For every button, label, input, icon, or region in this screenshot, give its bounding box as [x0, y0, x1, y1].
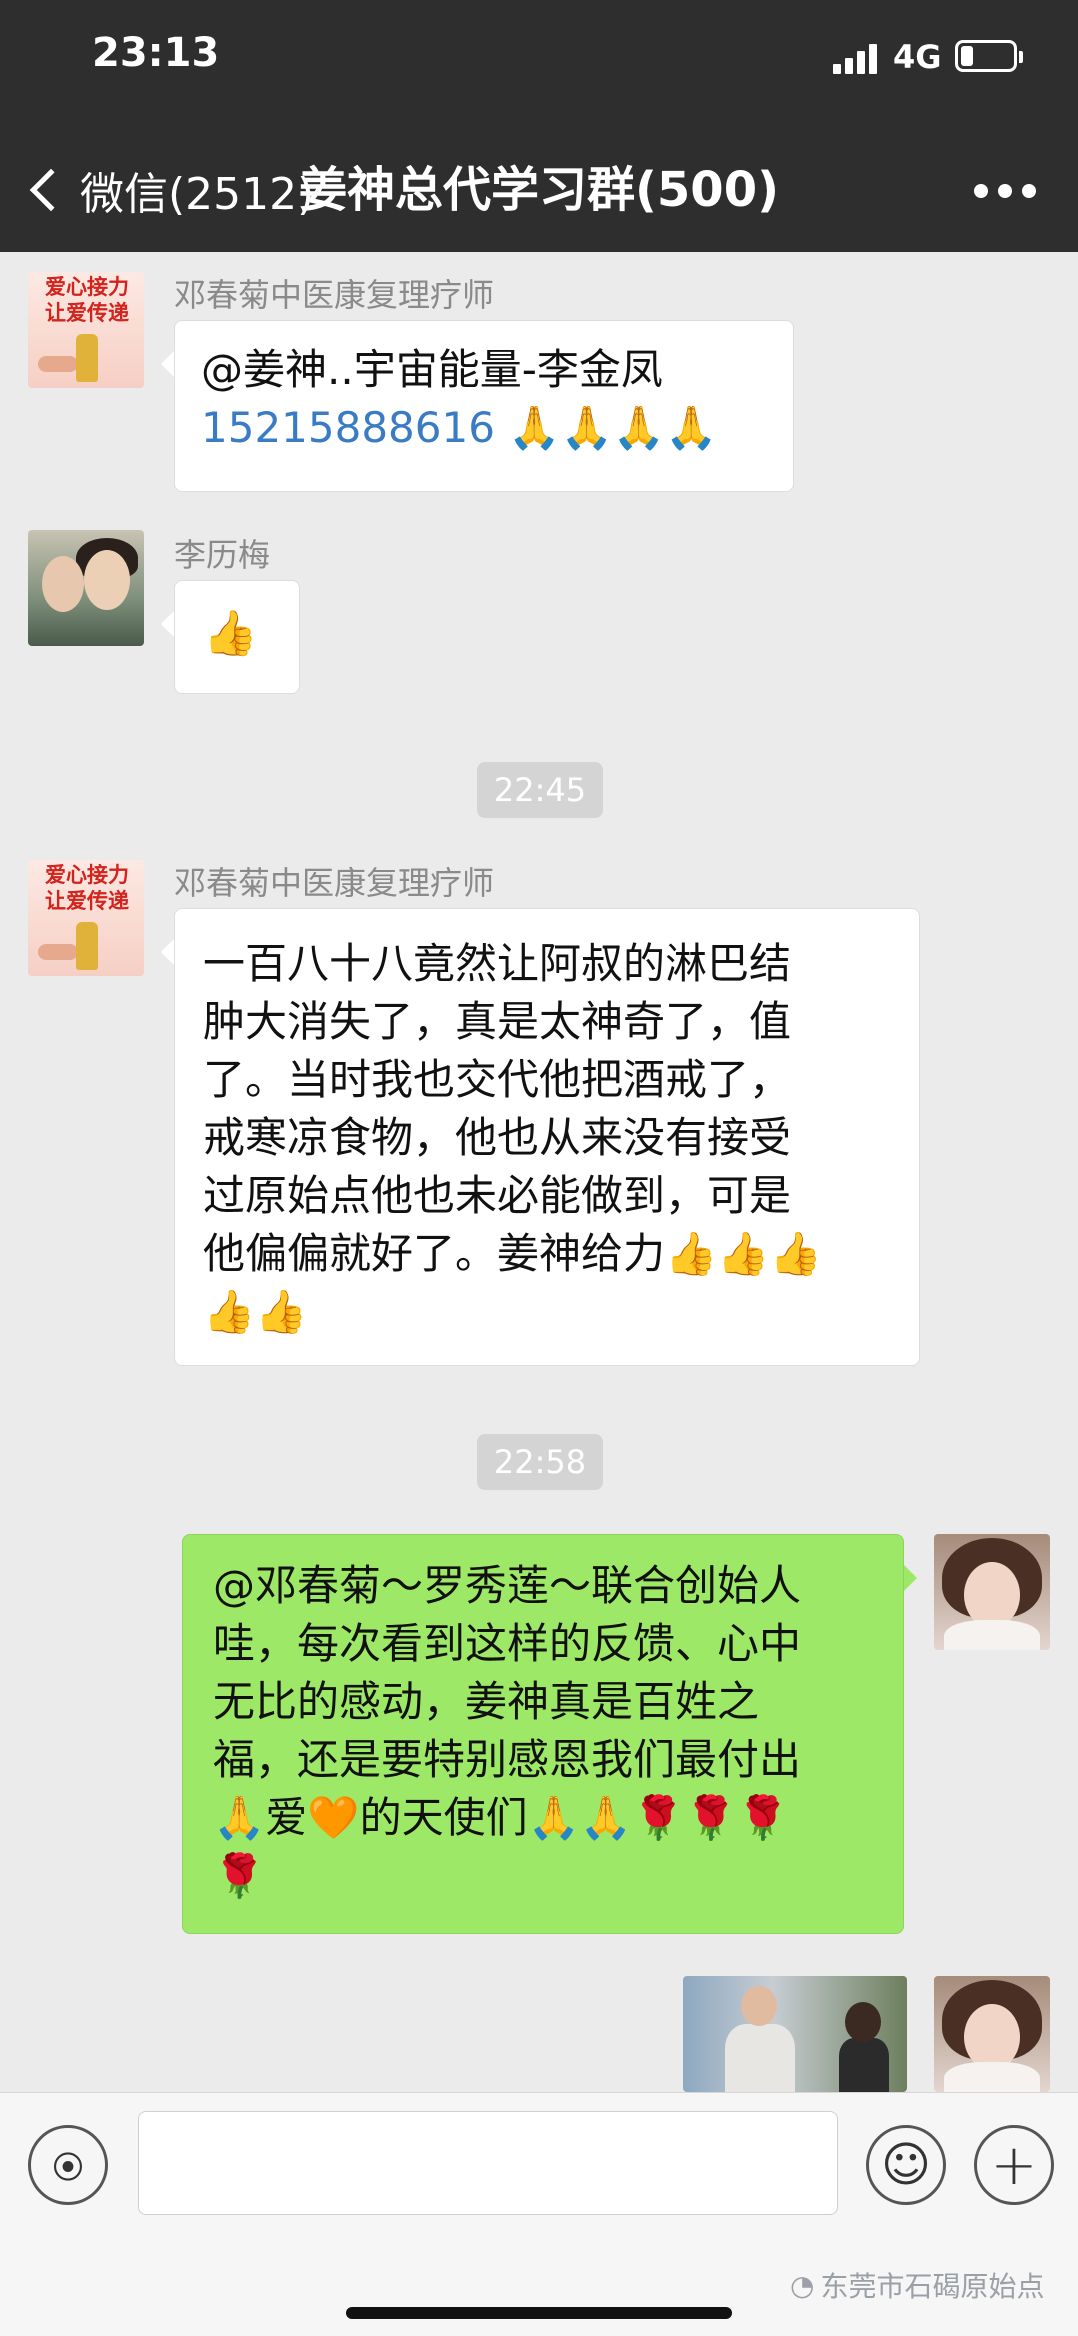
voice-icon: ⦿ — [53, 2151, 83, 2186]
sender-name: 邓春菊中医康复理疗师 — [174, 864, 495, 902]
input-bar: ⦿ ☺ + ◔ 东莞市石碣原始点 — [0, 2092, 1078, 2336]
avatar[interactable] — [28, 530, 144, 646]
message-line: 🙏爱🧡的天使们🙏🙏🌹🌹🌹 — [213, 1793, 790, 1842]
image-message[interactable] — [683, 1976, 907, 2092]
timestamp: 22:45 — [477, 762, 603, 818]
more-dots-icon[interactable] — [974, 184, 1036, 198]
sender-name: 邓春菊中医康复理疗师 — [174, 276, 495, 314]
avatar-self[interactable] — [934, 1976, 1050, 2092]
message-line: 他偏偏就好了。姜神给力👍👍👍 — [203, 1229, 822, 1278]
message-line: 肿大消失了，真是太神奇了，值 — [203, 997, 792, 1046]
watermark-text: 东莞市石碣原始点 — [820, 2270, 1045, 2303]
avatar-self[interactable] — [934, 1534, 1050, 1650]
message-bubble[interactable]: @姜神..宇宙能量-李金凤 15215888616 🙏🙏🙏🙏 — [161, 320, 794, 492]
watermark: ◔ 东莞市石碣原始点 — [790, 2265, 1044, 2305]
voice-button[interactable]: ⦿ — [28, 2125, 108, 2205]
message-line: 哇，每次看到这样的反馈、心中 — [213, 1619, 802, 1668]
status-time: 23:13 — [92, 30, 220, 76]
message-line: 福，还是要特别感恩我们最付出 — [213, 1735, 802, 1784]
plus-button[interactable]: + — [974, 2125, 1054, 2205]
message-input[interactable] — [138, 2111, 838, 2215]
message-line: 👍👍 — [203, 1287, 308, 1336]
phone-link[interactable]: 15215888616 — [201, 403, 495, 452]
message-text: @姜神..宇宙能量-李金凤 — [201, 345, 663, 394]
chat-title: 姜神总代学习群(500) — [298, 162, 780, 218]
message-line: @邓春菊～罗秀莲～联合创始人 — [213, 1561, 802, 1610]
smiley-icon: ☺ — [880, 2137, 932, 2193]
network-type: 4G — [893, 38, 942, 76]
timestamp: 22:58 — [477, 1434, 603, 1490]
avatar[interactable]: 爱心接力 让爱传递 — [28, 860, 144, 976]
message-line: 无比的感动，姜神真是百姓之 — [213, 1677, 760, 1726]
message-bubble[interactable]: 一百八十八竟然让阿叔的淋巴结 肿大消失了，真是太神奇了，值 了。当时我也交代他把… — [161, 908, 920, 1366]
thumbs-up-icon: 👍 — [203, 608, 258, 659]
message-line: 过原始点他也未必能做到，可是 — [203, 1171, 792, 1220]
plus-icon: + — [990, 2132, 1038, 2198]
avatar[interactable]: 爱心接力 让爱传递 — [28, 272, 144, 388]
wechat-icon: ◔ — [790, 2268, 815, 2302]
message-bubble-self[interactable]: @邓春菊～罗秀莲～联合创始人 哇，每次看到这样的反馈、心中 无比的感动，姜神真是… — [182, 1534, 917, 1934]
message-line: 一百八十八竟然让阿叔的淋巴结 — [203, 939, 792, 988]
emoji-button[interactable]: ☺ — [866, 2125, 946, 2205]
message-line: 了。当时我也交代他把酒戒了， — [203, 1055, 792, 1104]
message-line: 🌹 — [213, 1851, 266, 1900]
home-indicator[interactable] — [346, 2307, 732, 2319]
message-bubble[interactable]: 👍 — [161, 580, 300, 694]
sender-name: 李历梅 — [174, 536, 271, 574]
top-bar: 23:13 4G 微信(2512) 姜神总代学习群(500) — [0, 0, 1078, 252]
battery-icon — [955, 40, 1023, 72]
signal-icon — [833, 42, 881, 74]
avatar-promo-text: 爱心接力 让爱传递 — [45, 862, 129, 913]
message-line: 戒寒凉食物，他也从来没有接受 — [203, 1113, 792, 1162]
chat-area[interactable]: 爱心接力 让爱传递 邓春菊中医康复理疗师 @姜神..宇宙能量-李金凤 15215… — [0, 252, 1078, 2092]
pray-icon: 🙏🙏🙏🙏 — [508, 403, 718, 452]
avatar-promo-text: 爱心接力 让爱传递 — [45, 274, 129, 325]
